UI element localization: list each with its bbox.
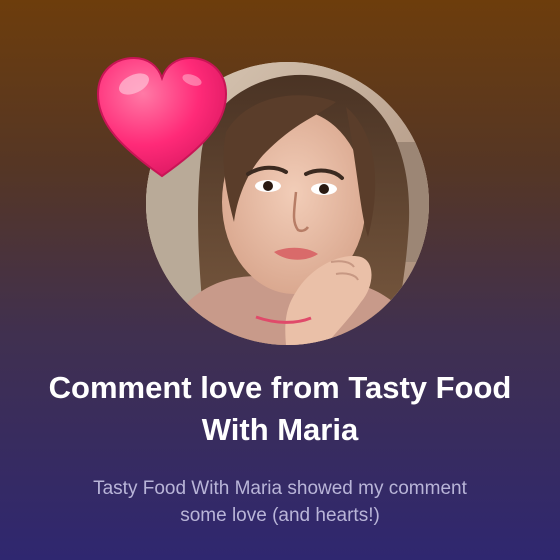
- comment-love-card: Comment love from Tasty Food With Maria …: [0, 0, 560, 560]
- card-title: Comment love from Tasty Food With Maria: [48, 370, 512, 447]
- heart-icon: [92, 52, 232, 184]
- heart-graphic: [96, 56, 228, 178]
- card-subtitle: Tasty Food With Maria showed my comment …: [93, 478, 467, 526]
